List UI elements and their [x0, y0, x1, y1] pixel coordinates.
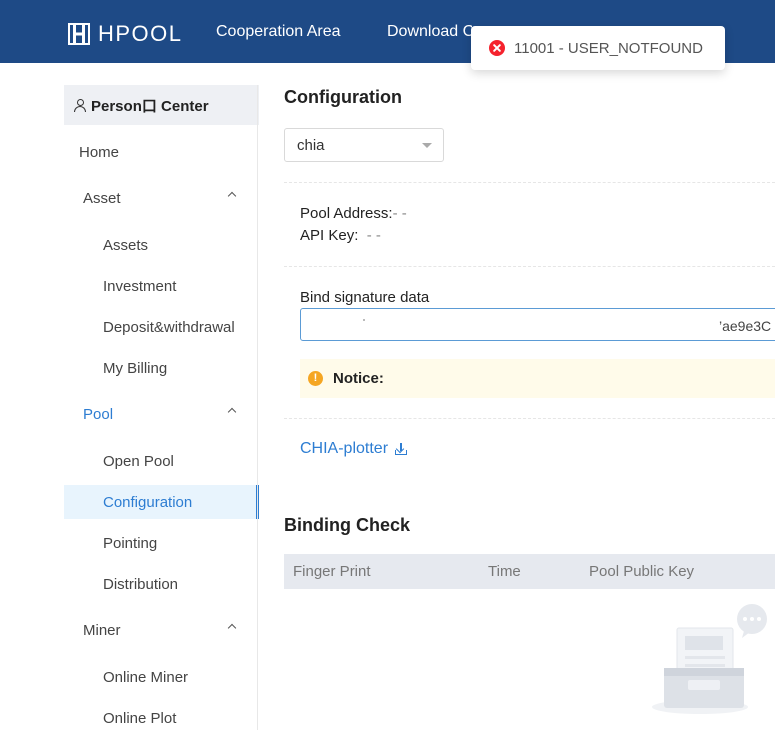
- sidebar-item-pointing[interactable]: Pointing: [64, 526, 259, 560]
- personal-center-title: Person口 Center: [91, 97, 209, 115]
- column-header-finger-print: Finger Print: [293, 563, 371, 580]
- sidebar-item-assets[interactable]: Assets: [64, 228, 259, 262]
- sidebar-group-miner[interactable]: Miner: [64, 613, 259, 647]
- sidebar-item-distribution[interactable]: Distribution: [64, 567, 259, 601]
- bind-signature-input[interactable]: ’ae9e3C: [300, 308, 775, 341]
- sidebar-item-label: Asset: [83, 189, 121, 207]
- sidebar-item-label: Home: [79, 143, 120, 161]
- error-toast: 11001 - USER_NOTFOUND: [471, 26, 725, 70]
- coin-select-value: chia: [297, 137, 325, 154]
- sidebar-item-investment[interactable]: Investment: [64, 269, 259, 303]
- divider: [284, 266, 775, 267]
- logo-text: HPOOL: [98, 21, 183, 46]
- nav-download[interactable]: Download C: [387, 23, 472, 41]
- sidebar-group-asset[interactable]: Asset: [64, 181, 259, 215]
- notice-banner: ! Notice:: [300, 359, 775, 398]
- nav-cooperation-area[interactable]: Cooperation Area: [216, 23, 341, 41]
- sidebar-item-open-pool[interactable]: Open Pool: [64, 444, 259, 478]
- sidebar-item-label: My Billing: [103, 359, 168, 377]
- toast-message: 11001 - USER_NOTFOUND: [514, 39, 703, 57]
- sidebar-item-label: Online Miner: [103, 668, 189, 686]
- sidebar-item-deposit-withdrawal[interactable]: Deposit&withdrawal: [64, 310, 259, 344]
- chia-plotter-label: CHIA-plotter: [300, 440, 389, 457]
- sidebar-item-label: Assets: [103, 236, 149, 254]
- page-title: Configuration: [284, 87, 402, 107]
- sidebar-item-label: Miner: [83, 621, 121, 639]
- api-key-value: - -: [366, 227, 381, 244]
- sidebar-item-my-billing[interactable]: My Billing: [64, 351, 259, 385]
- sidebar: Person口 Center Home Asset Assets Investm…: [64, 85, 259, 730]
- sidebar-item-label: Open Pool: [103, 452, 174, 470]
- sidebar-item-label: Investment: [103, 277, 177, 295]
- sidebar-item-label: Deposit&withdrawal: [103, 318, 235, 336]
- coin-select[interactable]: chia: [284, 128, 444, 162]
- sidebar-item-label: Pointing: [103, 534, 158, 552]
- empty-data-illustration: [652, 604, 767, 714]
- chevron-up-icon: [227, 191, 237, 201]
- warning-circle-icon: !: [308, 371, 323, 386]
- column-header-time: Time: [488, 563, 521, 580]
- notice-label: Notice:: [333, 370, 384, 387]
- bind-signature-value: ’ae9e3C: [719, 318, 772, 334]
- binding-check-title: Binding Check: [284, 515, 411, 535]
- chevron-up-icon: [227, 623, 237, 633]
- download-icon: [395, 443, 408, 455]
- hpool-logo[interactable]: HPOOL: [68, 21, 183, 47]
- sidebar-item-label: Configuration: [103, 493, 193, 511]
- sidebar-item-configuration[interactable]: Configuration: [64, 485, 259, 519]
- column-header-pool-public-key: Pool Public Key: [589, 563, 695, 580]
- pool-address-value: - -: [392, 205, 407, 222]
- sidebar-item-label: Distribution: [103, 575, 179, 593]
- sidebar-divider: [257, 85, 258, 730]
- user-icon: [74, 98, 86, 112]
- sidebar-item-online-miner[interactable]: Online Miner: [64, 660, 259, 694]
- divider: [284, 182, 775, 183]
- personal-center-header: Person口 Center: [64, 85, 259, 125]
- bind-signature-label: Bind signature data: [300, 289, 430, 306]
- sidebar-item-home[interactable]: Home: [64, 135, 259, 169]
- divider: [284, 418, 775, 419]
- sidebar-group-pool[interactable]: Pool: [64, 397, 259, 431]
- chia-plotter-download-link[interactable]: CHIA-plotter: [300, 440, 408, 458]
- api-key-label: API Key:: [300, 227, 359, 244]
- caret-down-icon: [422, 143, 432, 148]
- sidebar-item-label: Pool: [83, 405, 114, 423]
- chevron-up-icon: [227, 407, 237, 417]
- error-circle-icon: [489, 40, 505, 56]
- pool-address-row: Pool Address:- -: [300, 205, 407, 222]
- binding-check-table-header: Finger Print Time Pool Public Key: [284, 554, 775, 589]
- hpool-logo-icon: [68, 23, 90, 45]
- api-key-row: API Key: - -: [300, 227, 381, 244]
- pool-address-label: Pool Address:: [300, 205, 393, 222]
- sidebar-item-label: Online Plot: [103, 709, 177, 727]
